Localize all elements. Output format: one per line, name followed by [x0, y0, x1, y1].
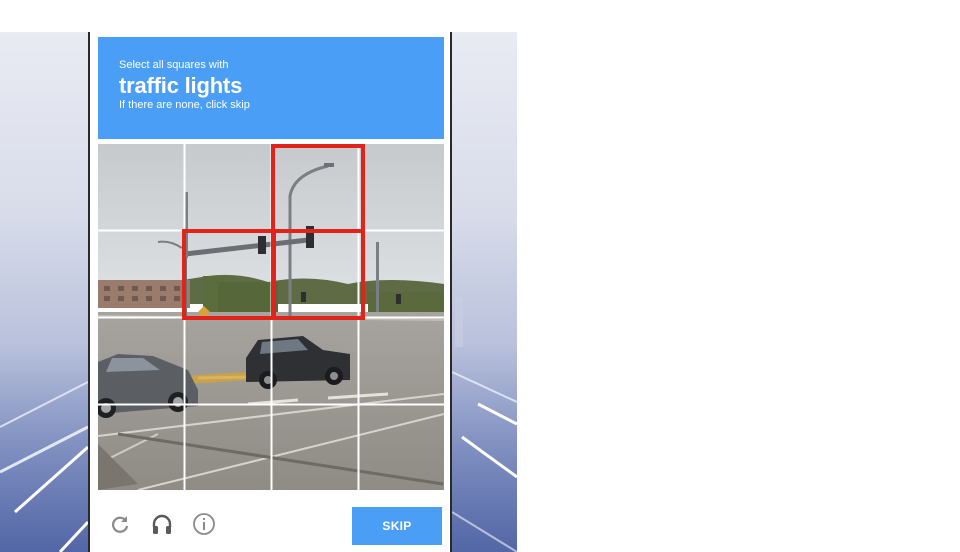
prompt-target: traffic lights	[119, 73, 243, 98]
tile-8[interactable]	[359, 231, 444, 317]
info-icon[interactable]	[192, 512, 216, 536]
tile-3[interactable]	[272, 144, 358, 230]
tile-14[interactable]	[185, 405, 271, 490]
prompt-text: Select all squares with	[119, 59, 229, 71]
captcha-header: Select all squares with traffic lights I…	[98, 37, 444, 139]
tile-1[interactable]	[98, 144, 184, 230]
captcha-dialog: Select all squares with traffic lights I…	[88, 32, 452, 552]
tile-9[interactable]	[98, 318, 184, 404]
tile-13[interactable]	[98, 405, 184, 490]
tile-5[interactable]	[98, 231, 184, 317]
prompt-hint: If there are none, click skip	[119, 99, 250, 111]
skip-button[interactable]: SKIP	[352, 507, 442, 545]
tile-2[interactable]	[185, 144, 271, 230]
tile-12[interactable]	[359, 318, 444, 404]
captcha-footer: SKIP	[90, 494, 450, 552]
tile-4[interactable]	[359, 144, 444, 230]
tile-11[interactable]	[272, 318, 358, 404]
tile-16[interactable]	[359, 405, 444, 490]
tile-10[interactable]	[185, 318, 271, 404]
tile-7[interactable]	[272, 231, 358, 317]
tile-6[interactable]	[185, 231, 271, 317]
captcha-image-grid	[98, 144, 444, 490]
reload-icon[interactable]	[108, 512, 132, 536]
headphones-icon[interactable]	[150, 512, 174, 536]
tile-15[interactable]	[272, 405, 358, 490]
